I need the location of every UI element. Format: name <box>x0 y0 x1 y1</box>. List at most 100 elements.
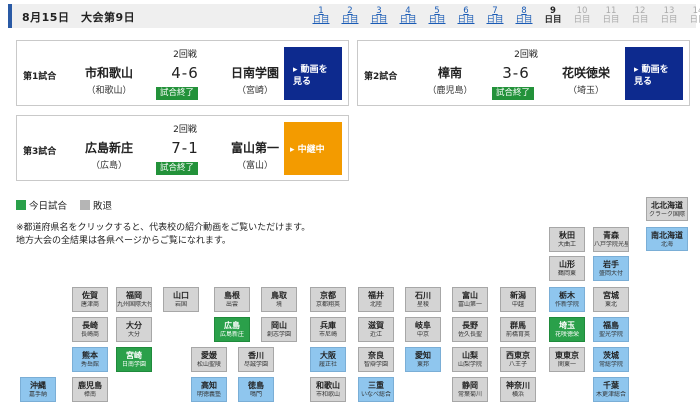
school-name: 盛岡大付 <box>598 270 623 277</box>
legend-today-swatch <box>16 200 26 210</box>
day-link-1[interactable]: 1 日目 <box>308 7 334 25</box>
legend-lost: 敗退 <box>80 200 113 212</box>
prefecture-tile[interactable]: 大分 大分 <box>116 317 152 342</box>
prefecture-tile[interactable]: 千葉 木更津総合 <box>593 377 629 402</box>
prefecture-tile[interactable]: 福岡 九州国際大付 <box>116 287 152 312</box>
video-play-icon: ▸ <box>293 65 298 75</box>
prefecture-tile[interactable]: 奈良 智辯学園 <box>358 347 394 372</box>
prefecture-tile[interactable]: 愛知 東邦 <box>405 347 441 372</box>
prefecture-tile[interactable]: 山口 岩国 <box>163 287 199 312</box>
day-link-6[interactable]: 6 日目 <box>453 7 479 25</box>
prefecture-tile[interactable]: 沖縄 嘉手納 <box>20 377 56 402</box>
home-team: 広島新庄 <box>84 141 133 155</box>
prefecture-tile[interactable]: 宮崎 日南学園 <box>116 347 152 372</box>
prefecture-tile[interactable]: 岡山 創志学園 <box>261 317 297 342</box>
prefecture-tile[interactable]: 栃木 作新学院 <box>549 287 585 312</box>
prefecture-tile[interactable]: 鹿児島 樟南 <box>72 377 108 402</box>
school-name: 北海 <box>660 241 673 248</box>
prefecture-tile[interactable]: 岐阜 中京 <box>405 317 441 342</box>
school-name: 北陸 <box>369 301 382 308</box>
prefecture-tile[interactable]: 南北海道 北海 <box>646 227 688 251</box>
prefecture-name: 佐賀 <box>82 291 98 300</box>
prefecture-tile[interactable]: 秋田 大曲工 <box>549 227 585 252</box>
school-name: 中越 <box>511 301 524 308</box>
prefecture-tile[interactable]: 長崎 長崎商 <box>72 317 108 342</box>
prefecture-tile[interactable]: 群馬 前橋育英 <box>500 317 536 342</box>
prefecture-tile[interactable]: 徳島 鳴門 <box>238 377 274 402</box>
home-prefecture: （和歌山） <box>86 86 132 96</box>
prefecture-tile[interactable]: 茨城 常総学院 <box>593 347 629 372</box>
prefecture-tile[interactable]: 山形 鶴岡東 <box>549 256 585 281</box>
prefecture-name: 北北海道 <box>651 201 683 210</box>
prefecture-tile[interactable]: 富山 富山第一 <box>452 287 488 312</box>
prefecture-name: 沖縄 <box>30 381 46 390</box>
day-link-5[interactable]: 5 日目 <box>424 7 450 25</box>
prefecture-tile[interactable]: 新潟 中越 <box>500 287 536 312</box>
prefecture-tile[interactable]: 山梨 山梨学院 <box>452 347 488 372</box>
day-unit: 日目 <box>341 15 359 25</box>
prefecture-tile[interactable]: 広島 広島新庄 <box>214 317 250 342</box>
prefecture-tile[interactable]: 長野 佐久長聖 <box>452 317 488 342</box>
prefecture-tile[interactable]: 滋賀 近江 <box>358 317 394 342</box>
watch-video-button[interactable]: ▸ 動画を 見る <box>284 47 342 100</box>
prefecture-tile[interactable]: 東東京 関東一 <box>549 347 585 372</box>
prefecture-tile[interactable]: 宮城 東北 <box>593 287 629 312</box>
day-link-2[interactable]: 2 日目 <box>337 7 363 25</box>
prefecture-tile[interactable]: 福井 北陸 <box>358 287 394 312</box>
prefecture-name: 福島 <box>603 321 619 330</box>
prefecture-name: 和歌山 <box>316 381 340 390</box>
prefecture-tile[interactable]: 愛媛 松山聖陵 <box>191 347 227 372</box>
prefecture-name: 新潟 <box>510 291 526 300</box>
day-link-8[interactable]: 8 日目 <box>511 7 537 25</box>
prefecture-name: 群馬 <box>510 321 526 330</box>
prefecture-tile[interactable]: 北北海道 クラーク国際 <box>646 197 688 221</box>
watch-video-button[interactable]: ▸ 動画を 見る <box>625 47 683 100</box>
day-link-7[interactable]: 7 日目 <box>482 7 508 25</box>
prefecture-tile[interactable]: 兵庫 市尼崎 <box>310 317 346 342</box>
prefecture-tile[interactable]: 島根 出雲 <box>214 287 250 312</box>
prefecture-tile[interactable]: 三重 いなべ総合 <box>358 377 394 402</box>
school-name: 嘉手納 <box>28 391 47 398</box>
prefecture-tile[interactable]: 青森 八戸学院光星 <box>593 227 629 252</box>
game-number: 第2試合 <box>364 72 398 82</box>
school-name: 山梨学院 <box>457 361 482 368</box>
live-stream-button[interactable]: ▸ 中継中 <box>284 122 342 175</box>
home-team: 市和歌山 <box>84 66 133 80</box>
prefecture-name: 徳島 <box>248 381 264 390</box>
home-prefecture: （広島） <box>90 161 127 171</box>
prefecture-name: 秋田 <box>559 231 575 240</box>
round-label: 2回戦 <box>173 125 197 135</box>
prefecture-tile[interactable]: 佐賀 唐津商 <box>72 287 108 312</box>
prefecture-tile[interactable]: 香川 尽誠学園 <box>238 347 274 372</box>
prefecture-name: 島根 <box>224 291 240 300</box>
prefecture-tile[interactable]: 大阪 履正社 <box>310 347 346 372</box>
prefecture-tile[interactable]: 福島 聖光学院 <box>593 317 629 342</box>
school-name: 大曲工 <box>557 241 576 248</box>
prefecture-tile[interactable]: 岩手 盛岡大付 <box>593 256 629 281</box>
prefecture-name: 鳥取 <box>271 291 287 300</box>
prefecture-name: 三重 <box>368 381 384 390</box>
day-link-9[interactable]: 9 日目 <box>540 7 566 25</box>
prefecture-tile[interactable]: 神奈川 横浜 <box>500 377 536 402</box>
prefecture-tile[interactable]: 鳥取境 <box>261 287 297 312</box>
day-link-3[interactable]: 3 日目 <box>366 7 392 25</box>
legend-lost-label: 敗退 <box>93 201 113 212</box>
school-name: 富山第一 <box>457 301 482 308</box>
prefecture-tile[interactable]: 埼玉 花咲徳栄 <box>549 317 585 342</box>
school-name: 東北 <box>604 301 617 308</box>
prefecture-name: 山形 <box>559 260 575 269</box>
day-link-4[interactable]: 4 日目 <box>395 7 421 25</box>
prefecture-tile[interactable]: 熊本 秀岳館 <box>72 347 108 372</box>
watch-video-label: 動画を 見る <box>634 65 669 87</box>
live-stream-label: 中継中 <box>297 145 325 155</box>
prefecture-tile[interactable]: 和歌山 市和歌山 <box>310 377 346 402</box>
away-team: 日南学園 <box>230 66 279 80</box>
school-name: 長崎商 <box>80 331 99 338</box>
prefecture-name: 岡山 <box>271 321 287 330</box>
prefecture-tile[interactable]: 西東京 八王子 <box>500 347 536 372</box>
prefecture-name: 長野 <box>462 321 478 330</box>
prefecture-tile[interactable]: 高知 明徳義塾 <box>191 377 227 402</box>
prefecture-tile[interactable]: 石川 星稜 <box>405 287 441 312</box>
prefecture-tile[interactable]: 京都 京都翔英 <box>310 287 346 312</box>
prefecture-tile[interactable]: 静岡 常葉菊川 <box>452 377 488 402</box>
